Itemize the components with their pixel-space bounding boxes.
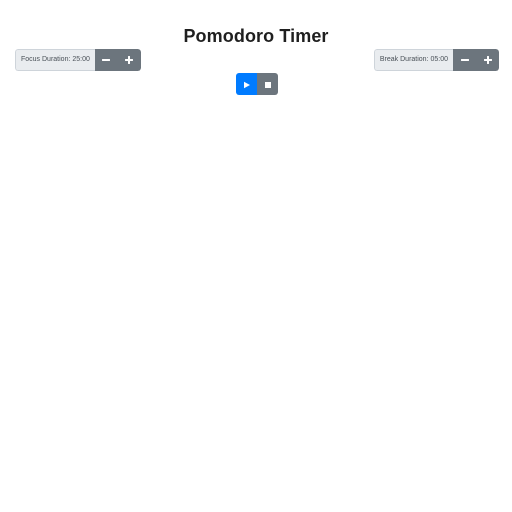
timer-controls bbox=[236, 73, 278, 95]
plus-icon bbox=[483, 55, 493, 65]
focus-duration-label: Focus Duration: 25:00 bbox=[15, 49, 95, 71]
plus-icon bbox=[124, 55, 134, 65]
minus-icon bbox=[101, 55, 111, 65]
pomodoro-page: Pomodoro Timer Focus Duration: 25:00 Bre… bbox=[0, 0, 512, 512]
focus-duration-control: Focus Duration: 25:00 bbox=[15, 49, 141, 71]
page-title: Pomodoro Timer bbox=[183, 26, 329, 46]
break-increase-button[interactable] bbox=[476, 49, 499, 71]
stop-icon bbox=[264, 77, 272, 92]
focus-increase-button[interactable] bbox=[117, 49, 141, 71]
break-duration-label: Break Duration: 05:00 bbox=[373, 49, 453, 71]
focus-decrease-button[interactable] bbox=[94, 49, 118, 71]
play-icon bbox=[243, 77, 251, 92]
stop-button[interactable] bbox=[257, 73, 278, 95]
break-duration-control: Break Duration: 05:00 bbox=[373, 49, 499, 71]
start-button[interactable] bbox=[236, 73, 257, 95]
minus-icon bbox=[460, 55, 470, 65]
break-decrease-button[interactable] bbox=[453, 49, 476, 71]
